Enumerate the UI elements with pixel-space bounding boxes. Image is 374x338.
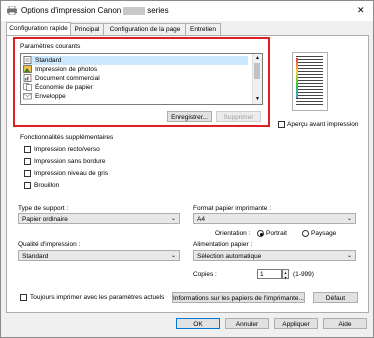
- chevron-down-icon: ⌄: [170, 253, 176, 259]
- media-type-value: Papier ordinaire: [22, 216, 68, 223]
- landscape-label: Paysage: [311, 230, 337, 237]
- paper-info-button[interactable]: Informations sur les papiers de l'imprim…: [172, 292, 305, 303]
- list-item-label: Document commercial: [35, 75, 100, 82]
- paper-size-label: Format papier imprimante :: [193, 205, 272, 212]
- paper-size-value: A4: [197, 216, 205, 223]
- print-preview-label: Aperçu avant impression: [287, 121, 359, 128]
- list-item-label: Impression de photos: [35, 66, 98, 73]
- tab-quick-setup[interactable]: Configuration rapide: [6, 22, 71, 35]
- printer-icon: [7, 6, 17, 15]
- standard-doc-icon: [23, 56, 32, 65]
- list-item-envelope[interactable]: Enveloppe: [23, 92, 248, 101]
- list-scrollbar[interactable]: ▲ ▼: [252, 54, 262, 104]
- cancel-button[interactable]: Annuler: [225, 318, 269, 329]
- duplex-label: Impression recto/verso: [34, 146, 100, 153]
- list-item-label: Économie de papier: [35, 84, 93, 91]
- print-preview-checkbox[interactable]: [278, 121, 285, 128]
- preview-text-lines: [296, 56, 323, 106]
- page-preview: [292, 52, 328, 111]
- landscape-radio[interactable]: [302, 230, 309, 237]
- media-type-label: Type de support :: [18, 205, 69, 212]
- tab-page-setup[interactable]: Configuration de la page: [103, 23, 187, 35]
- window-title-prefix: Options d'impression Canon: [21, 6, 122, 15]
- print-quality-select[interactable]: Standard ⌄: [18, 250, 180, 261]
- borderless-checkbox[interactable]: [24, 158, 31, 165]
- list-item-label: Enveloppe: [35, 93, 66, 100]
- paper-source-select[interactable]: Sélection automatique ⌄: [193, 250, 356, 261]
- ok-button[interactable]: OK: [176, 318, 220, 329]
- title-bar: Options d'impression Canon series ✕: [1, 1, 373, 21]
- paper-saving-icon: [23, 83, 32, 92]
- portrait-radio[interactable]: [257, 230, 264, 237]
- list-item-standard[interactable]: Standard: [23, 56, 248, 65]
- paper-source-value: Sélection automatique: [197, 253, 262, 260]
- close-icon[interactable]: ✕: [357, 5, 365, 16]
- portrait-label: Portrait: [266, 230, 287, 237]
- print-quality-label: Qualité d'impression :: [18, 241, 81, 248]
- list-item-business[interactable]: Document commercial: [23, 74, 248, 83]
- copies-stepper[interactable]: ▴ ▾: [282, 269, 289, 280]
- default-button[interactable]: Défaut: [313, 292, 358, 303]
- window-title: Options d'impression Canon series: [21, 6, 169, 15]
- envelope-icon: [23, 93, 32, 100]
- list-item-photo[interactable]: Impression de photos: [23, 65, 248, 74]
- save-button[interactable]: Enregistrer...: [167, 111, 212, 122]
- orientation-label: Orientation :: [215, 230, 251, 237]
- scroll-up-icon[interactable]: ▲: [255, 55, 260, 61]
- copies-input[interactable]: 1: [257, 269, 282, 279]
- scroll-thumb[interactable]: [254, 63, 260, 79]
- business-doc-icon: [23, 74, 32, 83]
- apply-button[interactable]: Appliquer: [274, 318, 318, 329]
- borderless-label: Impression sans bordure: [34, 158, 106, 165]
- redacted-model-name: [123, 6, 146, 15]
- copies-label: Copies :: [193, 271, 217, 278]
- help-button[interactable]: Aide: [323, 318, 367, 329]
- media-type-select[interactable]: Papier ordinaire ⌄: [18, 213, 180, 224]
- photo-icon: [23, 65, 32, 74]
- tab-main[interactable]: Principal: [69, 23, 105, 35]
- common-settings-list[interactable]: Standard Impression de photos Document c…: [20, 53, 263, 105]
- list-item-paper-saving[interactable]: Économie de papier: [23, 83, 248, 92]
- grayscale-checkbox[interactable]: [24, 170, 31, 177]
- copies-range: (1-999): [293, 271, 314, 278]
- chevron-down-icon: ⌄: [346, 216, 352, 222]
- chevron-down-icon: ⌄: [346, 253, 352, 259]
- tab-maintenance[interactable]: Entretien: [185, 23, 221, 35]
- duplex-checkbox[interactable]: [24, 146, 31, 153]
- grayscale-label: Impression niveau de gris: [34, 170, 109, 177]
- draft-checkbox[interactable]: [24, 182, 31, 189]
- delete-button[interactable]: Supprimer: [216, 111, 261, 122]
- print-quality-value: Standard: [22, 253, 49, 260]
- paper-source-label: Alimentation papier :: [193, 241, 253, 248]
- preview-color-band: [296, 58, 298, 98]
- chevron-down-icon: ⌄: [170, 216, 176, 222]
- always-print-current-label: Toujours imprimer avec les paramètres ac…: [30, 294, 165, 301]
- draft-label: Brouillon: [34, 182, 60, 189]
- common-settings-label: Paramètres courants: [20, 43, 81, 50]
- window-title-suffix: series: [147, 6, 169, 15]
- scroll-down-icon[interactable]: ▼: [255, 96, 260, 102]
- list-item-label: Standard: [35, 57, 62, 64]
- always-print-current-checkbox[interactable]: [20, 294, 27, 301]
- additional-features-label: Fonctionnalités supplémentaires: [20, 134, 114, 141]
- paper-size-select[interactable]: A4 ⌄: [193, 213, 356, 224]
